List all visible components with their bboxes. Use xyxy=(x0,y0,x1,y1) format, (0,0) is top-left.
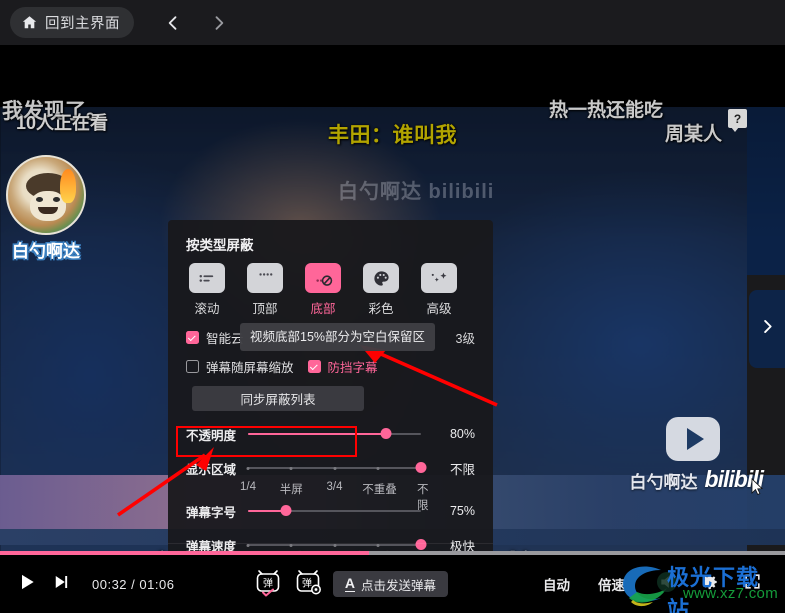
chevron-left-icon xyxy=(163,13,183,33)
slider-value: 75% xyxy=(449,504,475,518)
slider-row-opacity: 不透明度 80% xyxy=(186,424,475,444)
scroll-danmaku-icon xyxy=(189,263,225,293)
duration: 01:06 xyxy=(139,576,175,592)
danmaku-type-label: 高级 xyxy=(426,302,452,316)
text-a-icon: A xyxy=(344,575,355,592)
danmaku-type-label: 底部 xyxy=(310,302,336,316)
danmaku-type-bottom[interactable]: 底部 xyxy=(302,263,344,317)
bottom-danmaku-blocked-icon xyxy=(305,263,341,293)
send-danmaku-label: 点击发送弹幕 xyxy=(360,578,436,593)
danmaku-type-label: 滚动 xyxy=(194,302,220,316)
display-area-tick-labels: 1/4 半屏 3/4 不重叠 不限 xyxy=(240,481,428,512)
nav-forward-button[interactable] xyxy=(202,6,236,40)
bilibili-play-logo-icon xyxy=(666,417,720,461)
danmaku-type-top[interactable]: 顶部 xyxy=(244,263,286,317)
svg-text:弹: 弹 xyxy=(302,577,312,590)
nav-back-button[interactable] xyxy=(156,6,190,40)
scale-with-screen-checkbox[interactable] xyxy=(186,360,199,373)
danmaku-enabled-icon: 弹 xyxy=(253,570,283,603)
bilibili-player-window: 回到主界面 我发现了。 10人正在看 热一热还能吃 周某人 ? 丰田：谁叫我 就… xyxy=(0,0,785,613)
avatar xyxy=(6,155,86,235)
anti-subtitle-label: 防挡字幕 xyxy=(327,361,378,375)
video-stage[interactable]: 我发现了。 10人正在看 热一热还能吃 周某人 ? 丰田：谁叫我 就像回家（废啦… xyxy=(0,45,785,553)
opacity-slider[interactable] xyxy=(248,427,421,441)
slider-row-display-area: 显示区域 不限 xyxy=(186,458,475,478)
slider-value: 不限 xyxy=(449,462,475,477)
danmaku-title-text: 丰田：谁叫我 xyxy=(328,124,457,147)
quality-selector[interactable]: 自动 xyxy=(543,574,570,594)
font-size-slider[interactable] xyxy=(248,504,421,518)
send-danmaku-button[interactable]: A 点击发送弹幕 xyxy=(332,571,448,597)
danmaku-type-label: 顶部 xyxy=(252,302,278,316)
block-by-type-heading: 按类型屏蔽 xyxy=(186,238,254,253)
time-separator: / xyxy=(131,576,136,592)
home-icon xyxy=(21,14,38,31)
danmaku-settings-icon: 弹 xyxy=(293,570,323,603)
display-area-slider[interactable] xyxy=(246,461,427,475)
danmaku-type-scroll[interactable]: 滚动 xyxy=(186,263,228,317)
top-danmaku-icon xyxy=(247,263,283,293)
danmaku-toggle-button[interactable]: 弹 xyxy=(253,569,283,599)
smart-cloud-level: 3级 xyxy=(455,332,475,346)
volume-icon xyxy=(658,572,678,597)
slider-label: 弹幕字号 xyxy=(186,505,237,520)
scale-and-antisubtitle-row: 弹幕随屏幕缩放 防挡字幕 xyxy=(186,357,475,376)
slider-label: 不透明度 xyxy=(186,428,237,443)
anti-subtitle-checkbox[interactable] xyxy=(307,360,321,373)
danmaku-settings-panel: 按类型屏蔽 滚动 顶部 底部 彩色 高级 智能云 3级 视频底部15%部分为空白… xyxy=(168,220,493,553)
playback-speed-selector[interactable]: 倍速 xyxy=(598,574,625,594)
play-button[interactable] xyxy=(10,567,44,601)
smart-cloud-row: 智能云 — 3级 视频底部15%部分为空白保留区 xyxy=(186,323,475,351)
sync-block-list-button[interactable]: 同步屏蔽列表 xyxy=(192,386,364,411)
corner-watermark-name: 白勺啊达 xyxy=(629,473,698,492)
top-navigation-bar: 回到主界面 xyxy=(0,0,785,45)
smart-cloud-tooltip: 视频底部15%部分为空白保留区 xyxy=(240,323,436,351)
slider-row-font-size: 弹幕字号 75% xyxy=(186,501,475,521)
next-video-button[interactable] xyxy=(44,567,78,601)
slider-value: 80% xyxy=(449,427,475,441)
center-watermark: 白勺啊达 bilibili xyxy=(338,181,495,203)
tick-label: 半屏 xyxy=(279,484,303,496)
tick-label: 不重叠 xyxy=(362,484,397,496)
slider-label: 显示区域 xyxy=(186,462,237,477)
back-to-home-label: 回到主界面 xyxy=(45,16,120,32)
palette-icon xyxy=(363,263,399,293)
danmaku-type-color[interactable]: 彩色 xyxy=(360,263,402,317)
fullscreen-button[interactable] xyxy=(737,569,767,599)
chevron-right-icon xyxy=(209,13,229,33)
tick-label: 3/4 xyxy=(326,481,343,493)
gear-icon xyxy=(700,572,720,597)
uploader-name: 白勺啊达 xyxy=(12,242,80,261)
danmaku-text: 热一热还能吃 xyxy=(548,100,663,121)
video-letterbox-top xyxy=(0,45,785,107)
expand-side-panel-button[interactable] xyxy=(749,290,785,368)
advanced-star-icon xyxy=(421,263,457,293)
smart-cloud-checkbox[interactable] xyxy=(186,331,199,344)
chevron-right-icon xyxy=(758,317,777,341)
danmaku-type-label: 彩色 xyxy=(368,302,394,316)
time-display: 00:32 / 01:06 xyxy=(92,577,174,592)
uploader-watermark: 白勺啊达 xyxy=(3,155,89,262)
scale-with-screen-label: 弹幕随屏幕缩放 xyxy=(206,361,294,375)
svg-text:弹: 弹 xyxy=(263,577,273,590)
tick-label: 1/4 xyxy=(240,481,256,493)
mouse-cursor-icon xyxy=(751,478,763,496)
player-control-bar: 00:32 / 01:06 弹 弹 A 点击发送弹幕 自动 倍速 xyxy=(0,555,785,613)
smart-cloud-label: 智能云 xyxy=(206,332,244,346)
volume-button[interactable] xyxy=(653,569,683,599)
danmaku-type-advanced[interactable]: 高级 xyxy=(418,263,460,317)
corner-watermark: 白勺啊达 bilibili xyxy=(629,466,764,493)
settings-button[interactable] xyxy=(695,569,725,599)
sync-block-list-label: 同步屏蔽列表 xyxy=(240,393,316,407)
play-icon xyxy=(17,572,37,597)
danmaku-type-filter-group: 滚动 顶部 底部 彩色 高级 xyxy=(186,263,475,317)
next-track-icon xyxy=(52,573,70,596)
fullscreen-icon xyxy=(743,572,762,596)
back-to-home-button[interactable]: 回到主界面 xyxy=(10,7,134,38)
danmaku-settings-button[interactable]: 弹 xyxy=(293,569,323,599)
current-time: 00:32 xyxy=(92,576,128,592)
